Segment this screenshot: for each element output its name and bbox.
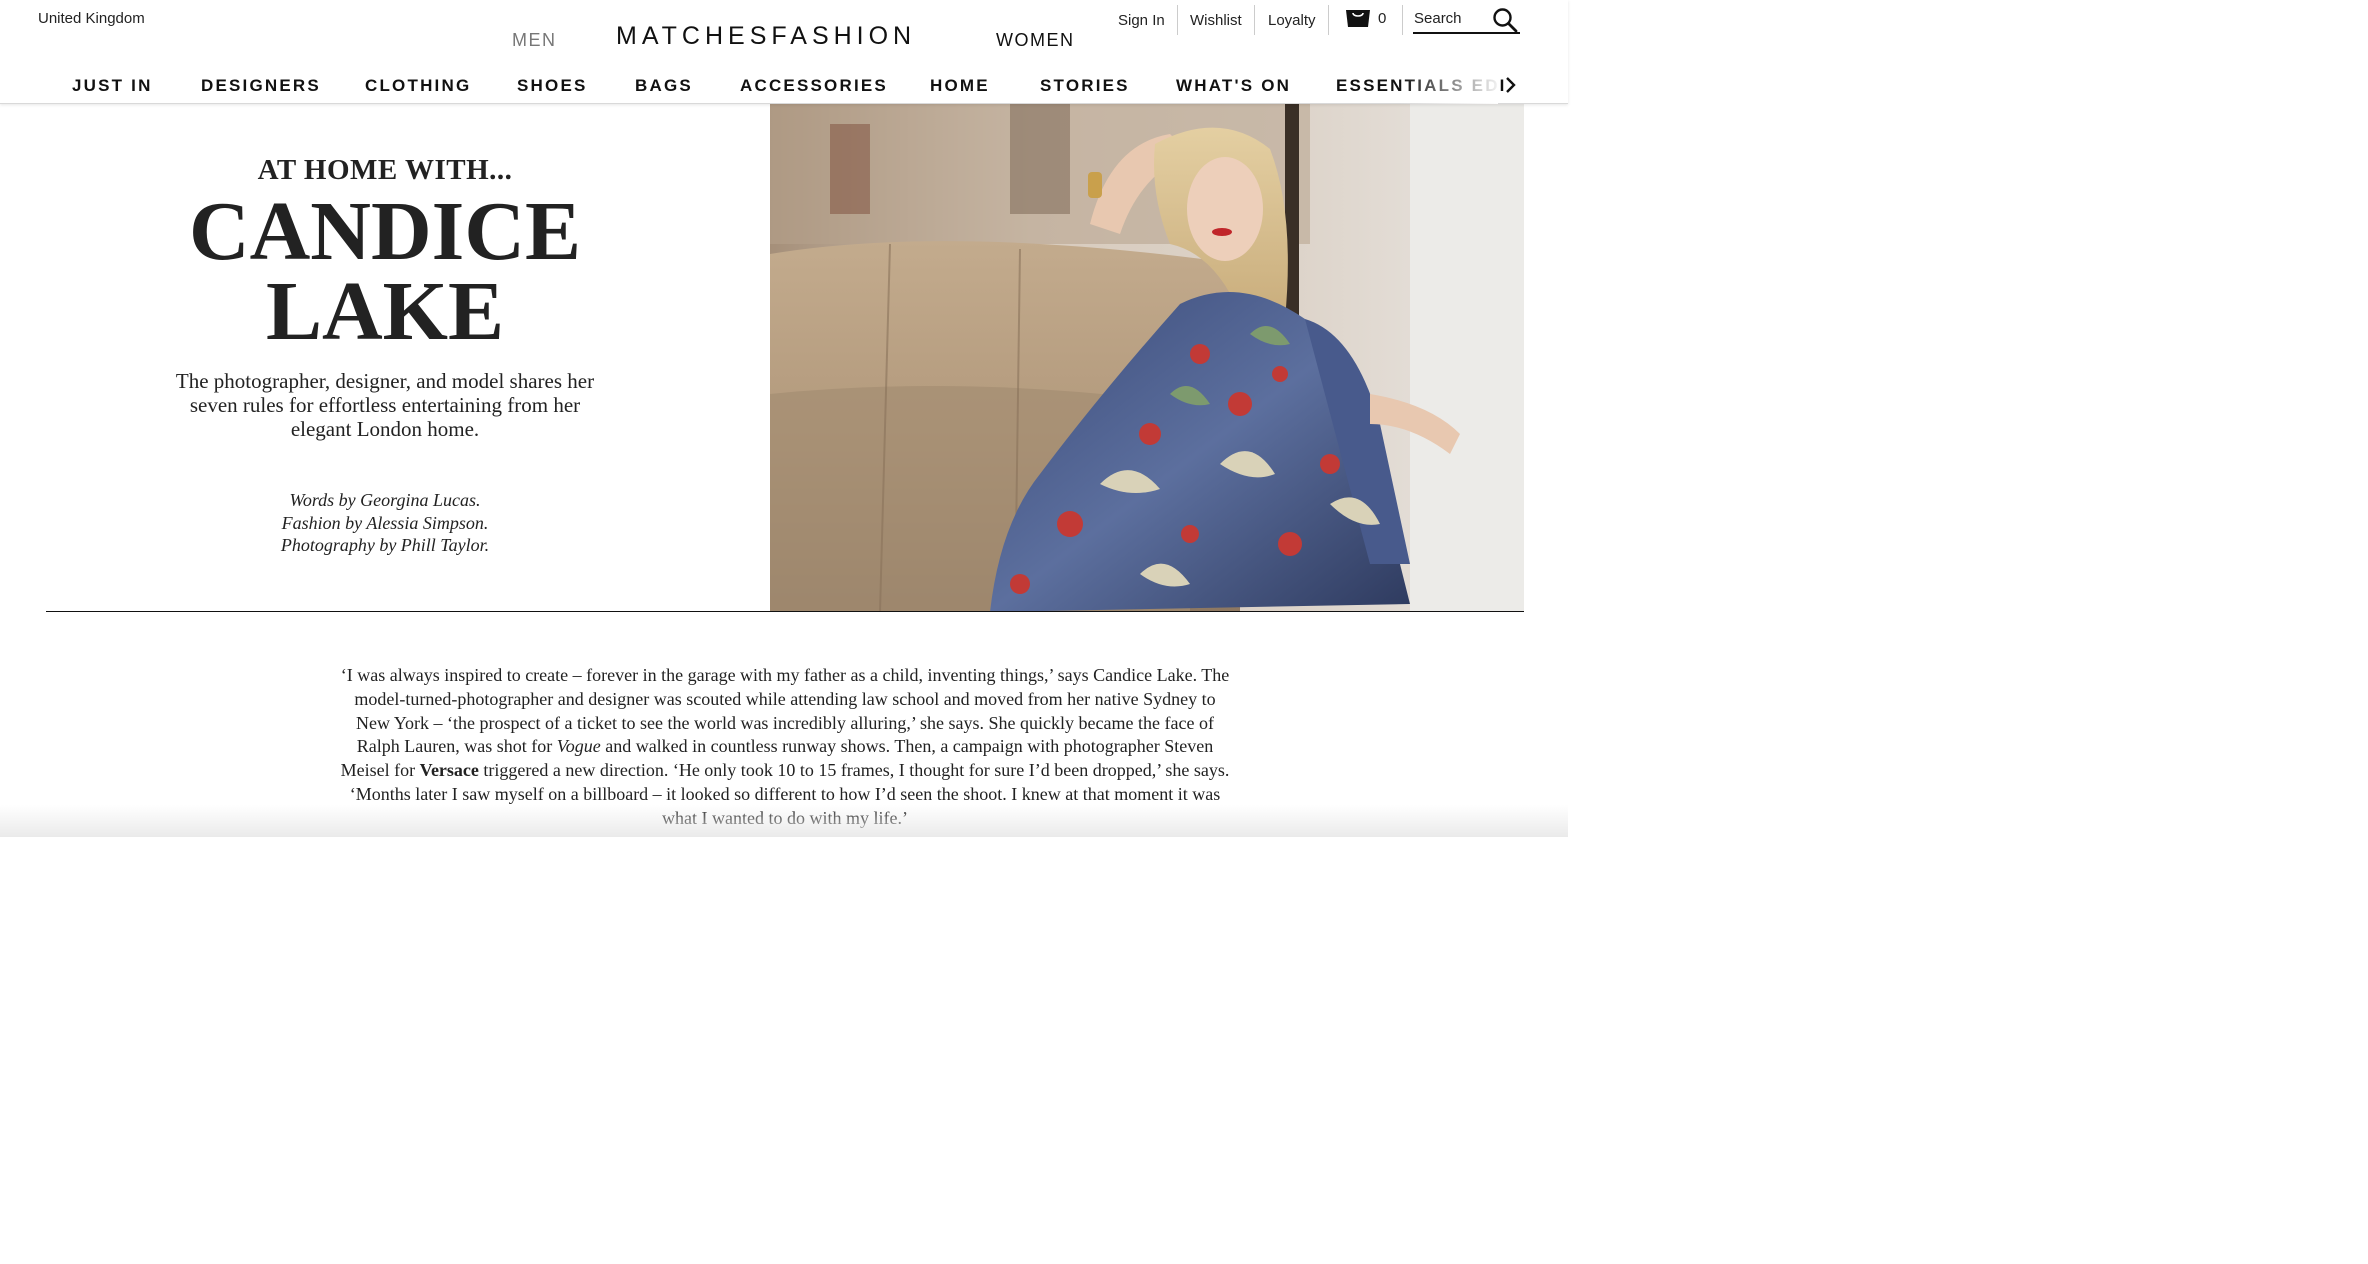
- util-divider: [1402, 0, 1403, 40]
- nav-clothing[interactable]: CLOTHING: [365, 76, 471, 96]
- article-publication-vogue: Vogue: [556, 736, 601, 757]
- nav-whats-on[interactable]: WHAT'S ON: [1176, 76, 1291, 96]
- shopping-bag-icon[interactable]: [1343, 4, 1373, 28]
- nav-accessories[interactable]: ACCESSORIES: [740, 76, 888, 96]
- section-divider: [46, 611, 1524, 612]
- bag-count[interactable]: 0: [1378, 10, 1386, 27]
- util-divider: [1328, 0, 1329, 40]
- site-logo[interactable]: MATCHESFASHION: [616, 22, 916, 51]
- nav-just-in[interactable]: JUST IN: [72, 76, 153, 96]
- scroll-fade: [0, 805, 1568, 837]
- page-title-line: LAKE: [265, 265, 505, 358]
- men-link[interactable]: MEN: [512, 30, 557, 51]
- nav-overflow-fade: [1400, 70, 1498, 104]
- nav-bags[interactable]: BAGS: [635, 76, 693, 96]
- nav-shoes[interactable]: SHOES: [517, 76, 588, 96]
- country-selector[interactable]: United Kingdom: [38, 10, 145, 27]
- chevron-right-icon[interactable]: [1502, 76, 1520, 94]
- nav-home[interactable]: HOME: [930, 76, 990, 96]
- hero-photo: [770, 104, 1524, 612]
- page-title-line: CANDICE: [188, 185, 582, 278]
- designer-link-versace[interactable]: Versace: [420, 760, 479, 780]
- search-label: Search: [1414, 10, 1462, 27]
- page-title: CANDICE LAKE: [150, 185, 620, 358]
- search-icon[interactable]: [1492, 7, 1518, 33]
- credit-words: Words by Georgina Lucas.: [289, 490, 481, 510]
- nav-designers[interactable]: DESIGNERS: [201, 76, 321, 96]
- loyalty-link[interactable]: Loyalty: [1268, 0, 1316, 40]
- util-divider: [1177, 0, 1178, 40]
- credit-fashion: Fashion by Alessia Simpson.: [281, 512, 489, 533]
- site-header: United Kingdom MEN MATCHESFASHION WOMEN …: [0, 0, 1568, 104]
- women-link[interactable]: WOMEN: [996, 30, 1075, 51]
- sign-in-link[interactable]: Sign In: [1118, 0, 1165, 40]
- nav-stories[interactable]: STORIES: [1040, 76, 1130, 96]
- article-credits: Words by Georgina Lucas. Fashion by Ales…: [170, 489, 600, 557]
- wishlist-link[interactable]: Wishlist: [1190, 0, 1242, 40]
- hero-kicker: AT HOME WITH...: [257, 154, 513, 186]
- hero-dek: The photographer, designer, and model sh…: [175, 369, 595, 441]
- util-divider: [1254, 0, 1255, 40]
- main-nav: JUST IN DESIGNERS CLOTHING SHOES BAGS AC…: [0, 76, 1568, 98]
- credit-photography: Photography by Phill Taylor.: [280, 535, 490, 555]
